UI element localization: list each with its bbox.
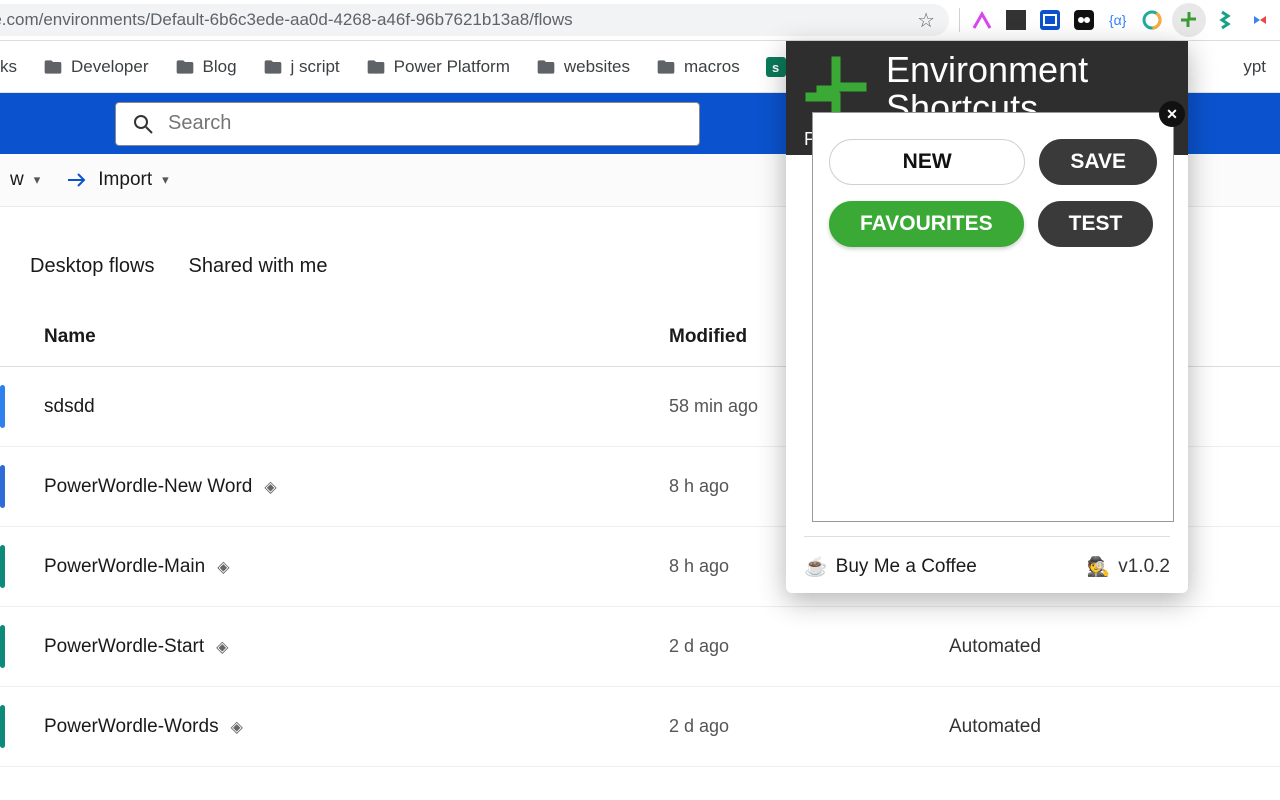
save-button[interactable]: SAVE bbox=[1039, 139, 1157, 185]
flow-modified: 2 d ago bbox=[669, 636, 949, 657]
ext-icon-6[interactable] bbox=[1138, 6, 1166, 34]
ext-icon-4[interactable] bbox=[1070, 6, 1098, 34]
favourites-button[interactable]: FAVOURITES bbox=[829, 201, 1024, 247]
table-row[interactable]: PowerWordle-Words ◈2 d agoAutomated bbox=[0, 687, 1280, 767]
bookmark-folder[interactable]: Developer bbox=[35, 53, 157, 81]
tab-shared-with-me[interactable]: Shared with me bbox=[189, 255, 328, 278]
command-import[interactable]: Import ▾ bbox=[60, 165, 174, 195]
premium-icon: ◈ bbox=[216, 637, 228, 657]
bookmark-folder[interactable]: macros bbox=[648, 53, 748, 81]
url-field[interactable]: mate.com/environments/Default-6b6c3ede-a… bbox=[0, 4, 949, 36]
ext-icon-1[interactable] bbox=[968, 6, 996, 34]
version-label: 🕵️ v1.0.2 bbox=[1087, 555, 1170, 579]
extension-footer: ☕ Buy Me a Coffee 🕵️ v1.0.2 bbox=[804, 536, 1170, 579]
bookmark-item[interactable]: ks bbox=[0, 53, 25, 81]
column-name[interactable]: Name bbox=[44, 326, 669, 348]
flow-type: Automated bbox=[949, 716, 1280, 738]
ext-icon-5[interactable]: {α} bbox=[1104, 6, 1132, 34]
ext-icon-active[interactable] bbox=[1172, 3, 1206, 37]
url-text: mate.com/environments/Default-6b6c3ede-a… bbox=[0, 10, 573, 30]
premium-icon: ◈ bbox=[264, 477, 276, 497]
test-button[interactable]: TEST bbox=[1038, 201, 1154, 247]
flow-name: PowerWordle-Start ◈ bbox=[44, 636, 669, 658]
bookmark-item[interactable]: ypt bbox=[1235, 53, 1280, 81]
flow-name: sdsdd bbox=[44, 396, 669, 418]
tab-desktop-flows[interactable]: Desktop flows bbox=[30, 255, 155, 278]
flow-name: PowerWordle-New Word ◈ bbox=[44, 476, 669, 498]
flow-modified: 2 d ago bbox=[669, 716, 949, 737]
premium-icon: ◈ bbox=[231, 717, 243, 737]
flow-name: PowerWordle-Words ◈ bbox=[44, 716, 669, 738]
bookmark-folder[interactable]: websites bbox=[528, 53, 638, 81]
new-button[interactable]: NEW bbox=[829, 139, 1025, 185]
extension-popup: Environment Shortcuts Po ✕ NEW SAVE FAVO… bbox=[786, 41, 1188, 593]
extension-icons: {α} bbox=[962, 3, 1280, 37]
premium-icon: ◈ bbox=[217, 557, 229, 577]
buy-coffee-link[interactable]: ☕ Buy Me a Coffee bbox=[804, 555, 977, 579]
bookmark-folder[interactable]: Power Platform bbox=[358, 53, 518, 81]
avatar-icon: 🕵️ bbox=[1087, 555, 1111, 579]
svg-text:{α}: {α} bbox=[1109, 12, 1127, 28]
extension-title-1: Environment bbox=[886, 51, 1088, 89]
ext-icon-3[interactable] bbox=[1036, 6, 1064, 34]
ext-icon-9[interactable] bbox=[1246, 6, 1274, 34]
flow-type: Automated bbox=[949, 636, 1280, 658]
browser-address-bar: mate.com/environments/Default-6b6c3ede-a… bbox=[0, 0, 1280, 41]
chevron-down-icon: ▾ bbox=[34, 172, 41, 188]
bookmark-folder[interactable]: Blog bbox=[167, 53, 245, 81]
table-row[interactable]: PowerWordle-Start ◈2 d agoAutomated bbox=[0, 607, 1280, 687]
search-box[interactable] bbox=[115, 102, 700, 146]
bookmark-star-icon[interactable]: ☆ bbox=[917, 8, 935, 33]
ext-icon-2[interactable] bbox=[1002, 6, 1030, 34]
svg-text:s: s bbox=[772, 60, 779, 75]
search-input[interactable] bbox=[168, 112, 683, 135]
bookmark-folder[interactable]: j script bbox=[255, 53, 348, 81]
chevron-down-icon: ▾ bbox=[162, 172, 169, 188]
command-item[interactable]: w▾ bbox=[4, 165, 46, 195]
import-icon bbox=[66, 171, 90, 189]
coffee-icon: ☕ bbox=[804, 555, 828, 579]
ext-icon-8[interactable] bbox=[1212, 6, 1240, 34]
flow-name: PowerWordle-Main ◈ bbox=[44, 556, 669, 578]
extension-body: ✕ NEW SAVE FAVOURITES TEST bbox=[812, 112, 1174, 522]
search-icon bbox=[132, 113, 154, 135]
close-button[interactable]: ✕ bbox=[1159, 101, 1185, 127]
